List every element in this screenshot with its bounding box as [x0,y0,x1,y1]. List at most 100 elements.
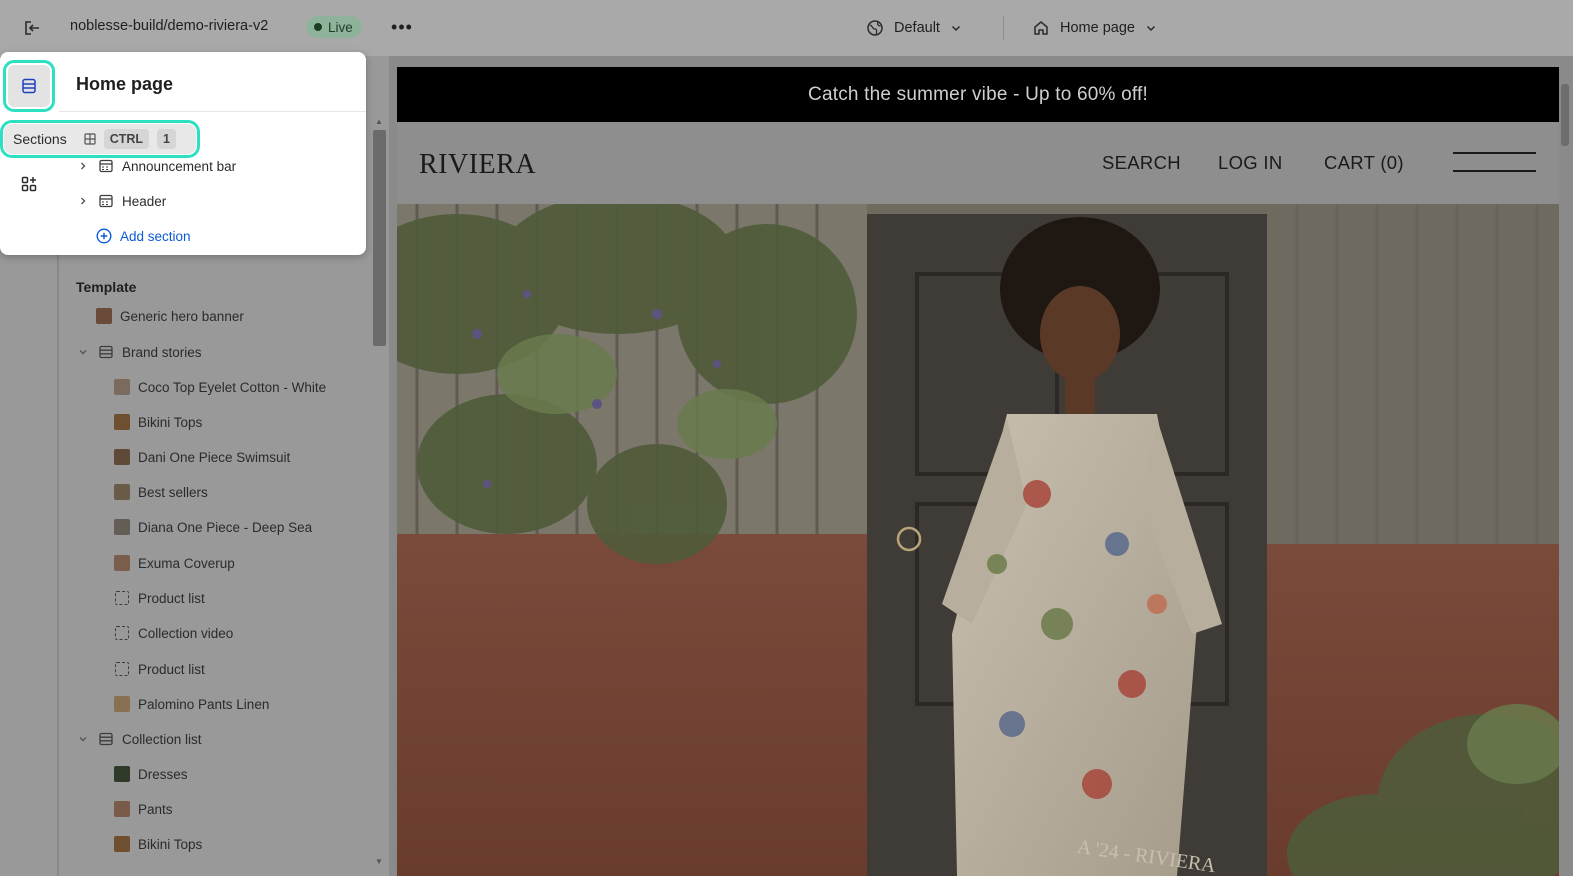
tree-item-bikini-tops[interactable]: Bikini Tops [114,410,202,434]
tree-item-generic-hero-banner[interactable]: Generic hero banner [96,304,244,328]
tree-item-bikini-tops[interactable]: Bikini Tops [114,832,202,856]
tree-item-label: Collection video [138,625,234,641]
tree-item-label: Pants [138,801,173,817]
store-header: RIVIERA SEARCH LOG IN CART (0) [397,122,1559,204]
apps-rail-button[interactable] [8,163,50,205]
add-section-button[interactable]: Add section [96,224,191,248]
tree-item-label: Announcement bar [122,158,237,174]
exit-icon [25,21,39,35]
tree-item-label: Exuma Coverup [138,555,235,571]
sections-tooltip: Sections CTRL 1 [0,120,200,158]
chevron-down-icon[interactable] [76,732,90,746]
tree-item-label: Product list [138,590,205,606]
live-status-badge: Live [306,16,362,38]
tree-item-label: Dresses [138,766,188,782]
hero-banner-image: A '24 - RIVIERA [397,204,1559,876]
chevron-down-icon [951,25,960,32]
section-icon [99,194,113,208]
tree-item-label: Dani One Piece Swimsuit [138,449,291,465]
image-thumb-icon [114,449,130,465]
image-thumb-icon [114,555,130,571]
status-dot-icon [314,23,322,31]
chevron-right-icon[interactable] [76,159,90,173]
image-thumb-icon [114,766,130,782]
template-heading: Template [76,279,137,295]
tree-item-dani-one-piece[interactable]: Dani One Piece Swimsuit [114,445,290,469]
tree-item-label: Product list [138,661,205,677]
placeholder-icon [115,662,129,676]
tree-item-label: Diana One Piece - Deep Sea [138,519,313,535]
exit-editor-button[interactable] [18,14,46,42]
image-thumb-icon [114,414,130,430]
tree-item-label: Bikini Tops [138,414,203,430]
image-thumb-icon [114,519,130,535]
store-logo[interactable]: RIVIERA [419,149,536,181]
section-icon [99,345,113,359]
section-icon [99,732,113,746]
theme-selector[interactable]: Default [866,14,962,42]
section-icon [99,159,113,173]
image-thumb-icon [114,484,130,500]
nav-search-link[interactable]: SEARCH [1102,152,1181,174]
theme-label: Default [894,20,940,36]
tree-item-header[interactable]: Header [76,189,166,213]
tree-item-dresses[interactable]: Dresses [114,762,188,786]
image-thumb-icon [114,801,130,817]
placeholder-icon [115,591,129,605]
tooltip-label: Sections [13,131,67,147]
shortcut-key-1: 1 [157,129,176,149]
plus-circle-icon [96,228,112,244]
tree-item-collection-video[interactable]: Collection video [114,621,233,645]
more-actions-button[interactable]: ••• [389,14,415,40]
globe-icon [867,20,883,36]
nav-login-link[interactable]: LOG IN [1218,152,1283,174]
divider [1003,16,1004,40]
nav-cart-link[interactable]: CART (0) [1324,152,1404,174]
placeholder-icon [115,626,129,640]
image-thumb-icon [114,696,130,712]
tree-item-coco-top[interactable]: Coco Top Eyelet Cotton - White [114,375,326,399]
tree-item-pants[interactable]: Pants [114,797,173,821]
store-preview: Catch the summer vibe - Up to 60% off! R… [397,67,1559,876]
preview-scrollbar[interactable] [1560,67,1573,876]
announcement-text: Catch the summer vibe - Up to 60% off! [808,83,1148,105]
top-bar: noblesse-build/demo-riviera-v2 Live ••• … [0,0,1573,56]
page-title: Home page [76,73,174,94]
tree-item-palomino-pants[interactable]: Palomino Pants Linen [114,692,269,716]
image-thumb-icon [114,836,130,852]
tree-item-diana-one-piece[interactable]: Diana One Piece - Deep Sea [114,515,312,539]
live-badge-label: Live [328,19,353,35]
tree-item-brand-stories[interactable]: Brand stories [76,340,202,364]
tree-item-label: Palomino Pants Linen [138,696,270,712]
tree-item-product-list[interactable]: Product list [114,586,205,610]
announcement-bar[interactable]: Catch the summer vibe - Up to 60% off! [397,67,1559,122]
store-name: noblesse-build/demo-riviera-v2 [70,18,269,34]
tree-item-label: Coco Top Eyelet Cotton - White [138,379,327,395]
tree-item-label: Header [122,193,167,209]
image-thumb-icon [96,308,112,324]
tree-item-label: Collection list [122,731,202,747]
tree-item-label: Bikini Tops [138,836,203,852]
chevron-right-icon[interactable] [76,194,90,208]
scroll-up-arrow[interactable]: ▲ [374,118,384,126]
tree-item-exuma-coverup[interactable]: Exuma Coverup [114,551,235,575]
sidebar-scrollbar-thumb[interactable] [373,130,386,346]
tree-item-collection-list[interactable]: Collection list [76,727,202,751]
tree-item-best-sellers[interactable]: Best sellers [114,480,208,504]
tree-item-announcement-bar[interactable]: Announcement bar [76,154,236,178]
page-selector[interactable]: Home page [1032,14,1157,42]
home-icon [1034,21,1048,35]
preview-scrollbar-thumb[interactable] [1561,84,1569,146]
tree-item-product-list[interactable]: Product list [114,657,205,681]
add-section-label: Add section [120,228,191,244]
image-thumb-icon [114,379,130,395]
menu-icon[interactable] [1453,152,1536,174]
scroll-down-arrow[interactable]: ▼ [374,858,384,866]
chevron-down-icon [1146,25,1155,32]
tree-item-label: Generic hero banner [120,308,244,324]
ellipsis-icon: ••• [391,16,413,37]
apps-icon [21,176,37,192]
shortcut-key-ctrl: CTRL [103,129,150,149]
chevron-down-icon[interactable] [76,345,90,359]
sections-rail-button[interactable] [3,60,55,112]
